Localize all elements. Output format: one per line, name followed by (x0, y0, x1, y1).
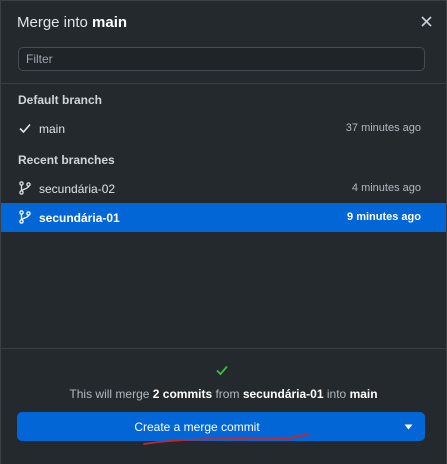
summary-into: into (326, 387, 347, 401)
summary-from: from (215, 387, 240, 401)
merge-dialog: Merge into main Default branch main 37 m… (0, 0, 447, 464)
dialog-header: Merge into main (1, 1, 446, 43)
summary-source-branch: secundária-01 (242, 387, 324, 401)
success-check-icon (216, 365, 228, 376)
branch-name: secundária-02 (39, 182, 116, 196)
caret-down-icon (404, 424, 412, 429)
section-default-branch: Default branch (18, 93, 103, 107)
branch-time: 9 minutes ago (347, 211, 421, 223)
merge-button-label: Create a merge commit (134, 420, 260, 434)
git-branch-icon (19, 181, 31, 195)
merge-summary: This will merge 2 commits from secundári… (1, 387, 446, 401)
summary-prefix: This will merge (69, 387, 150, 401)
check-icon (19, 123, 31, 134)
filter-input[interactable] (19, 48, 424, 70)
close-icon (420, 15, 432, 27)
dialog-title: Merge into main (17, 14, 127, 31)
section-recent-branches: Recent branches (18, 153, 115, 167)
divider (1, 83, 446, 84)
branch-row-secundaria-02[interactable]: secundária-02 4 minutes ago (1, 174, 446, 203)
merge-options-dropdown[interactable] (391, 412, 425, 441)
filter-box (18, 47, 425, 71)
git-branch-icon (19, 210, 31, 224)
summary-target-branch: main (349, 387, 378, 401)
dialog-title-branch: main (92, 14, 128, 31)
branch-row-secundaria-01[interactable]: secundária-01 9 minutes ago (1, 203, 446, 232)
close-button[interactable] (418, 13, 434, 29)
summary-commit-count: 2 commits (152, 387, 213, 401)
branch-time: 4 minutes ago (351, 182, 421, 194)
branch-time: 37 minutes ago (345, 122, 421, 134)
dialog-title-prefix: Merge into (17, 14, 88, 31)
red-underline-annotation (143, 433, 309, 445)
merge-footer: This will merge 2 commits from secundári… (1, 348, 446, 464)
branch-name: secundária-01 (39, 211, 120, 225)
branch-name: main (39, 122, 66, 136)
branch-row-main[interactable]: main 37 minutes ago (1, 114, 446, 143)
